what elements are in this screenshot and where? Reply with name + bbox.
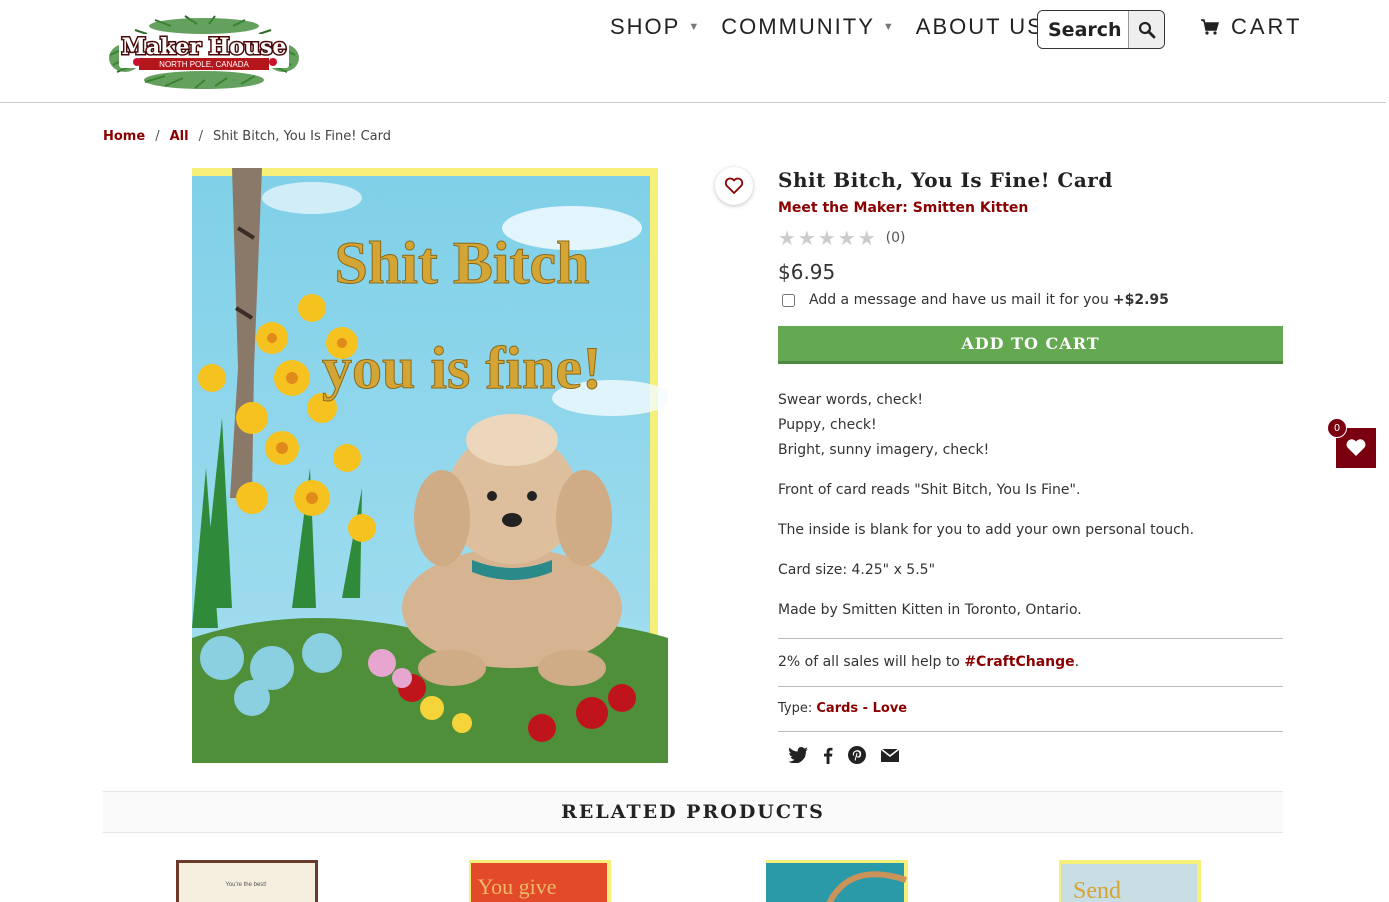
- search-input[interactable]: [1038, 11, 1128, 48]
- site-logo[interactable]: Maker House NORTH POLE, CANADA: [105, 10, 303, 92]
- breadcrumb-current: Shit Bitch, You Is Fine! Card: [212, 129, 391, 144]
- product-type: Type: Cards - Love: [778, 687, 1283, 731]
- description-line: Swear words, check!: [778, 392, 923, 408]
- logo-subtitle: NORTH POLE, CANADA: [159, 60, 249, 69]
- breadcrumb-separator: /: [198, 129, 203, 144]
- logo-title: Maker House: [122, 34, 287, 60]
- rating-count: (0): [885, 230, 906, 246]
- craft-change-link[interactable]: #CraftChange: [964, 654, 1074, 670]
- related-product-card[interactable]: You give: [469, 860, 614, 902]
- add-to-cart-button[interactable]: ADD TO CART: [778, 326, 1283, 364]
- breadcrumb-all[interactable]: All: [170, 129, 189, 144]
- description-paragraph: Made by Smitten Kitten in Toronto, Ontar…: [778, 602, 1082, 618]
- description-paragraph: The inside is blank for you to add your …: [778, 522, 1195, 538]
- related-caption: You give: [477, 874, 556, 899]
- product-type-label: Type:: [778, 701, 813, 716]
- nav-shop[interactable]: SHOP ▼: [610, 14, 699, 40]
- product-type-link[interactable]: Cards - Love: [816, 701, 907, 716]
- related-product-card[interactable]: You're the best!: [176, 860, 321, 902]
- breadcrumb-separator: /: [155, 129, 160, 144]
- mail-message-checkbox[interactable]: [782, 293, 795, 307]
- meet-the-maker-link[interactable]: Meet the Maker: Smitten Kitten: [778, 200, 1283, 216]
- description-paragraph: Card size: 4.25" x 5.5": [778, 562, 936, 578]
- pinterest-icon[interactable]: [848, 746, 866, 764]
- wishlist-count-badge: 0: [1327, 418, 1347, 438]
- email-icon[interactable]: [881, 748, 899, 762]
- related-caption: Send: [1073, 878, 1121, 902]
- search-box: [1037, 10, 1165, 49]
- card-text-line1: Shit Bitch: [334, 230, 589, 296]
- nav-about-us-label: ABOUT US: [915, 14, 1044, 39]
- cart-icon: [1201, 19, 1219, 35]
- related-product-card[interactable]: [766, 860, 911, 902]
- mail-message-label: Add a message and have us mail it for yo…: [809, 292, 1109, 308]
- related-products-heading: RELATED PRODUCTS: [103, 791, 1283, 833]
- craft-change-note: 2% of all sales will help to #CraftChang…: [778, 639, 1283, 686]
- related-product-card[interactable]: Send: [1059, 860, 1204, 902]
- main-nav: SHOP ▼ COMMUNITY ▼ ABOUT US ▼: [610, 14, 1085, 40]
- site-header: Maker House NORTH POLE, CANADA SHOP ▼ CO…: [0, 0, 1386, 103]
- craft-change-suffix: .: [1074, 654, 1080, 670]
- related-caption: You're the best!: [225, 882, 267, 888]
- mail-message-option[interactable]: Add a message and have us mail it for yo…: [778, 292, 1283, 308]
- search-button[interactable]: [1128, 11, 1164, 48]
- craft-change-prefix: 2% of all sales will help to: [778, 654, 960, 670]
- chevron-down-icon: ▼: [688, 21, 700, 33]
- nav-community-label: COMMUNITY: [721, 14, 875, 39]
- heart-outline-icon: [724, 177, 744, 194]
- mail-message-price: +$2.95: [1112, 292, 1169, 308]
- twitter-icon[interactable]: [788, 747, 808, 763]
- cart-label: CART: [1231, 14, 1303, 39]
- facebook-icon[interactable]: [823, 747, 833, 764]
- product-info: Shit Bitch, You Is Fine! Card Meet the M…: [778, 168, 1283, 764]
- cart-link[interactable]: CART: [1201, 14, 1303, 40]
- description-paragraph: Front of card reads "Shit Bitch, You Is …: [778, 482, 1081, 498]
- description-line: Puppy, check!: [778, 417, 877, 433]
- search-icon: [1138, 21, 1155, 38]
- add-to-wishlist-button[interactable]: [715, 167, 753, 205]
- description-line: Bright, sunny imagery, check!: [778, 442, 990, 458]
- breadcrumb-home[interactable]: Home: [103, 129, 145, 144]
- share-buttons: [778, 732, 1283, 764]
- product-description: Swear words, check! Puppy, check! Bright…: [778, 388, 1283, 623]
- card-text-line2: you is fine!: [322, 335, 602, 401]
- product-price: $6.95: [778, 260, 836, 284]
- chevron-down-icon: ▼: [882, 21, 894, 33]
- product-title: Shit Bitch, You Is Fine! Card: [778, 168, 1113, 192]
- product-rating[interactable]: ★★★★★ (0): [778, 226, 1283, 250]
- heart-icon: [1346, 439, 1366, 456]
- rating-stars: ★★★★★: [778, 226, 878, 250]
- breadcrumb: Home / All / Shit Bitch, You Is Fine! Ca…: [103, 129, 391, 144]
- nav-shop-label: SHOP: [610, 14, 681, 39]
- nav-community[interactable]: COMMUNITY ▼: [721, 14, 894, 40]
- product-image[interactable]: Shit Bitch you is fine!: [192, 168, 668, 763]
